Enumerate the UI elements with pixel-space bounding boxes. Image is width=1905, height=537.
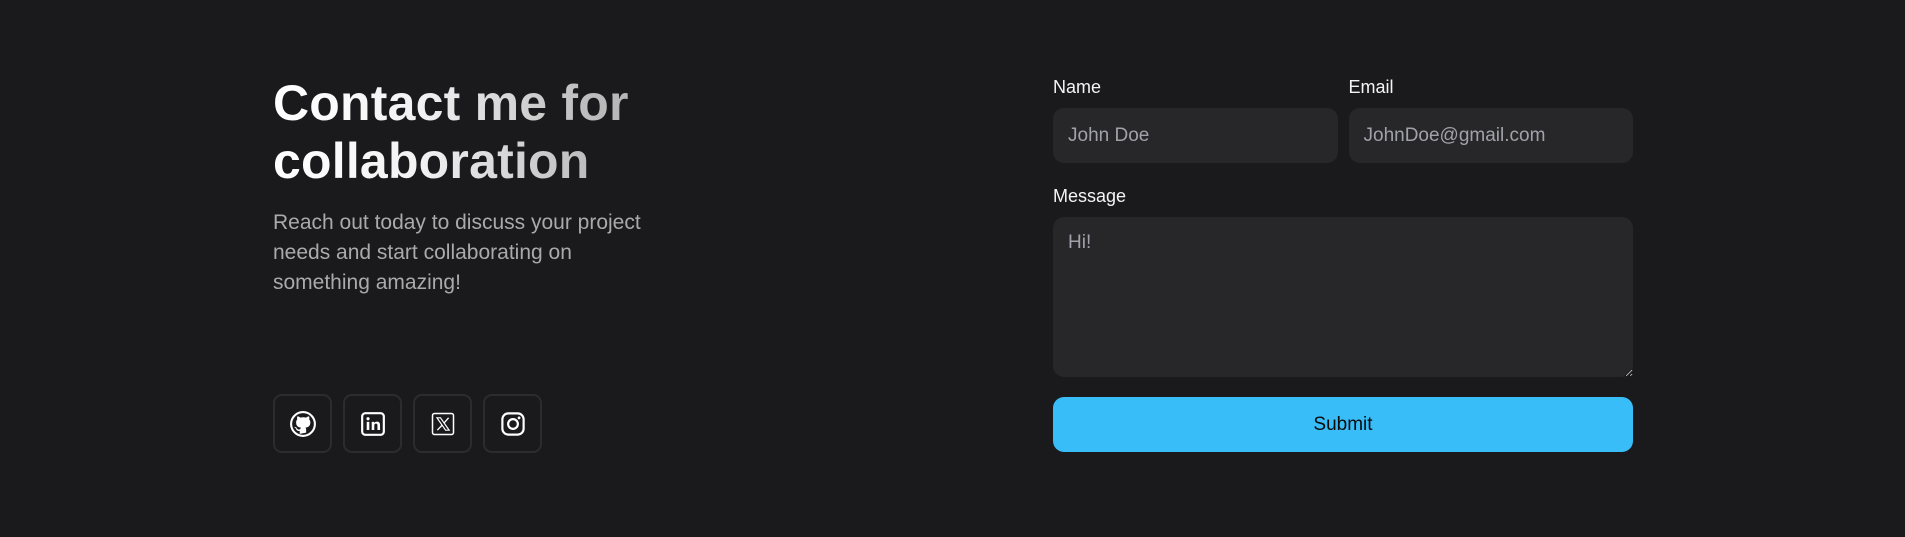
linkedin-link[interactable]	[343, 394, 402, 453]
email-field-group: Email	[1348, 76, 1633, 163]
x-twitter-link[interactable]	[413, 394, 472, 453]
github-link[interactable]	[273, 394, 332, 453]
linkedin-icon	[360, 411, 386, 437]
instagram-icon	[500, 411, 526, 437]
submit-button[interactable]: Submit	[1053, 397, 1633, 452]
social-links	[273, 394, 542, 453]
github-icon	[289, 410, 317, 438]
email-label: Email	[1348, 77, 1394, 97]
message-label: Message	[1053, 186, 1127, 206]
name-field-group: Name	[1053, 76, 1338, 163]
message-textarea[interactable]	[1053, 217, 1633, 377]
instagram-link[interactable]	[483, 394, 542, 453]
page-title: Contact me for collaboration	[273, 74, 693, 190]
contact-intro: Contact me for collaboration Reach out t…	[273, 74, 693, 298]
contact-description: Reach out today to discuss your project …	[273, 211, 641, 294]
contact-form: Name Email Message Submit	[1053, 76, 1633, 452]
name-email-row: Name Email	[1053, 76, 1633, 163]
contact-section: Contact me for collaboration Reach out t…	[0, 0, 1905, 537]
message-field-group: Message	[1053, 185, 1633, 377]
name-label: Name	[1053, 77, 1102, 97]
name-input[interactable]	[1053, 108, 1338, 163]
email-input[interactable]	[1348, 108, 1633, 163]
x-twitter-icon	[431, 412, 455, 436]
